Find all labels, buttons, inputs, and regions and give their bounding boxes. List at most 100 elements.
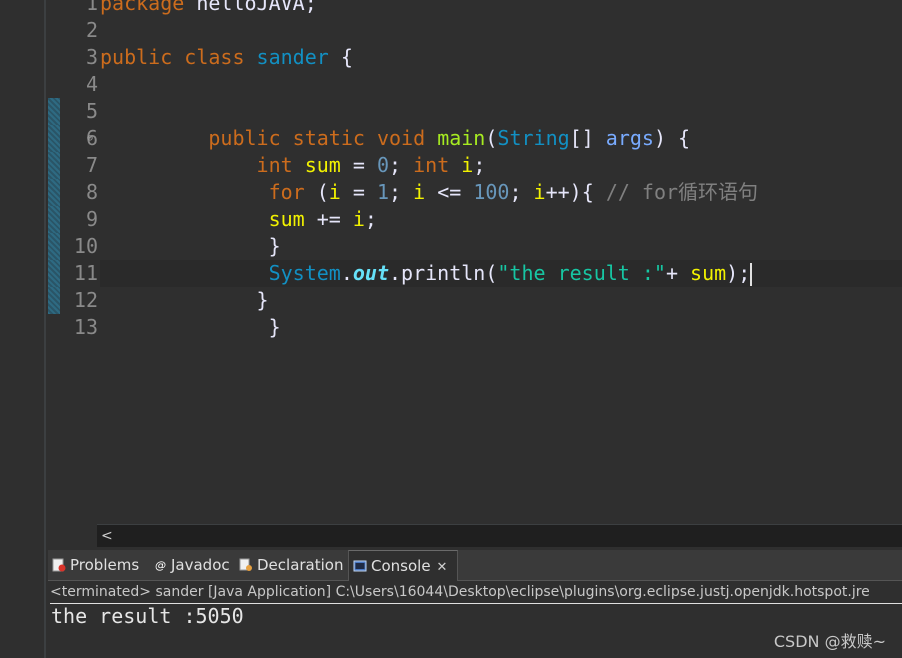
code-token: int <box>256 153 305 177</box>
code-line[interactable]: int sum = 0; int i; <box>100 152 902 179</box>
line-number: 13 <box>73 315 98 339</box>
code-line[interactable]: sum += i; <box>100 206 902 233</box>
change-marker <box>48 125 60 152</box>
code-line[interactable] <box>100 17 902 44</box>
line-number: 9 <box>85 207 98 231</box>
change-marker <box>48 233 60 260</box>
svg-text:@: @ <box>155 559 166 572</box>
code-line[interactable]: System.out.println("the result :"+ sum); <box>100 260 902 287</box>
code-token: ) { <box>653 126 691 150</box>
code-token: ); <box>726 261 751 285</box>
code-token: 100 <box>473 180 510 204</box>
code-line[interactable]: } <box>100 314 902 341</box>
left-panel-divider[interactable] <box>44 0 46 658</box>
code-token: 1 <box>376 180 390 204</box>
code-line[interactable]: for (i = 1; i <= 100; i++){ // for循环语句 <box>100 179 902 206</box>
tab-problems-label: Problems <box>70 556 140 574</box>
code-token: sander <box>256 45 329 69</box>
declaration-icon <box>239 558 252 571</box>
code-editor[interactable]: 1 package helloJAVA; 2 3 public class sander… <box>48 0 902 524</box>
change-marker <box>48 179 60 206</box>
code-line[interactable]: public static void main(String[] args) { <box>100 125 902 152</box>
line-number: 12 <box>73 288 98 312</box>
text-caret <box>750 263 753 286</box>
code-token: .println( <box>389 261 498 285</box>
code-line[interactable]: package helloJAVA; <box>100 0 902 17</box>
code-token: 0 <box>376 153 390 177</box>
code-line[interactable] <box>100 98 902 125</box>
left-panel-strip <box>0 0 46 658</box>
tab-declaration-label: Declaration <box>257 556 344 574</box>
line-number: 4 <box>85 72 98 96</box>
code-token: += <box>304 207 353 231</box>
code-token: i <box>352 207 365 231</box>
tab-javadoc-label: Javadoc <box>171 556 230 574</box>
code-token: ; <box>389 180 414 204</box>
code-line[interactable]: } <box>100 233 902 260</box>
line-number: 1 <box>85 0 98 15</box>
console-icon <box>353 560 367 571</box>
code-token: for <box>268 180 317 204</box>
code-token: ( <box>316 180 329 204</box>
change-marker <box>48 287 60 314</box>
code-token: sum <box>690 261 727 285</box>
tab-javadoc[interactable]: @ Javadoc <box>149 550 230 580</box>
code-token: sum <box>304 153 341 177</box>
editor-horizontal-scrollbar[interactable]: < <box>97 524 902 547</box>
code-token: ; <box>473 153 486 177</box>
change-marker <box>48 206 60 233</box>
problems-icon <box>52 558 66 571</box>
code-token: = <box>340 180 377 204</box>
code-token: ; <box>509 180 534 204</box>
code-token: { <box>328 45 353 69</box>
code-token: String <box>497 126 570 150</box>
code-token: ++){ <box>545 180 606 204</box>
line-number: 2 <box>85 18 98 42</box>
tab-declaration[interactable]: Declaration <box>235 550 343 580</box>
code-token: <= <box>425 180 474 204</box>
line-number: 8 <box>85 180 98 204</box>
line-number: 5 <box>85 99 98 123</box>
javadoc-icon: @ <box>155 559 166 572</box>
code-token: i <box>328 180 341 204</box>
code-token: ; <box>364 207 377 231</box>
code-token: = <box>340 153 377 177</box>
code-token: hello <box>196 0 257 15</box>
code-line[interactable] <box>100 71 902 98</box>
close-icon[interactable]: ✕ <box>437 553 448 583</box>
code-token: [] <box>569 126 606 150</box>
fold-collapse-icon[interactable]: ⊖ <box>87 125 93 152</box>
code-token: } <box>268 234 281 258</box>
code-token: args <box>605 126 654 150</box>
code-token: } <box>256 288 269 312</box>
scroll-left-arrow-icon[interactable]: < <box>101 525 113 547</box>
code-token: public <box>100 45 185 69</box>
code-token: JAVA; <box>256 0 317 15</box>
code-line[interactable]: public class sander { <box>100 44 902 71</box>
bottom-panel-tabbar: Problems @ Javadoc Declaration Console ✕ <box>48 550 902 581</box>
change-marker <box>48 152 60 179</box>
code-token: ; <box>389 153 414 177</box>
code-token: } <box>268 315 281 339</box>
console-output[interactable]: the result :5050 <box>51 603 244 630</box>
code-token: i <box>413 180 426 204</box>
code-token: i <box>533 180 546 204</box>
change-marker <box>48 260 60 287</box>
tab-problems[interactable]: Problems <box>48 550 139 580</box>
code-token: static <box>292 126 377 150</box>
line-number: 10 <box>73 234 98 258</box>
line-number: 11 <box>73 261 98 285</box>
code-token: public <box>208 126 293 150</box>
tab-console[interactable]: Console ✕ <box>348 550 458 581</box>
code-token: i <box>461 153 474 177</box>
code-token: + <box>665 261 691 285</box>
code-line[interactable]: } <box>100 287 902 314</box>
watermark: CSDN @救赎~ <box>773 632 886 651</box>
